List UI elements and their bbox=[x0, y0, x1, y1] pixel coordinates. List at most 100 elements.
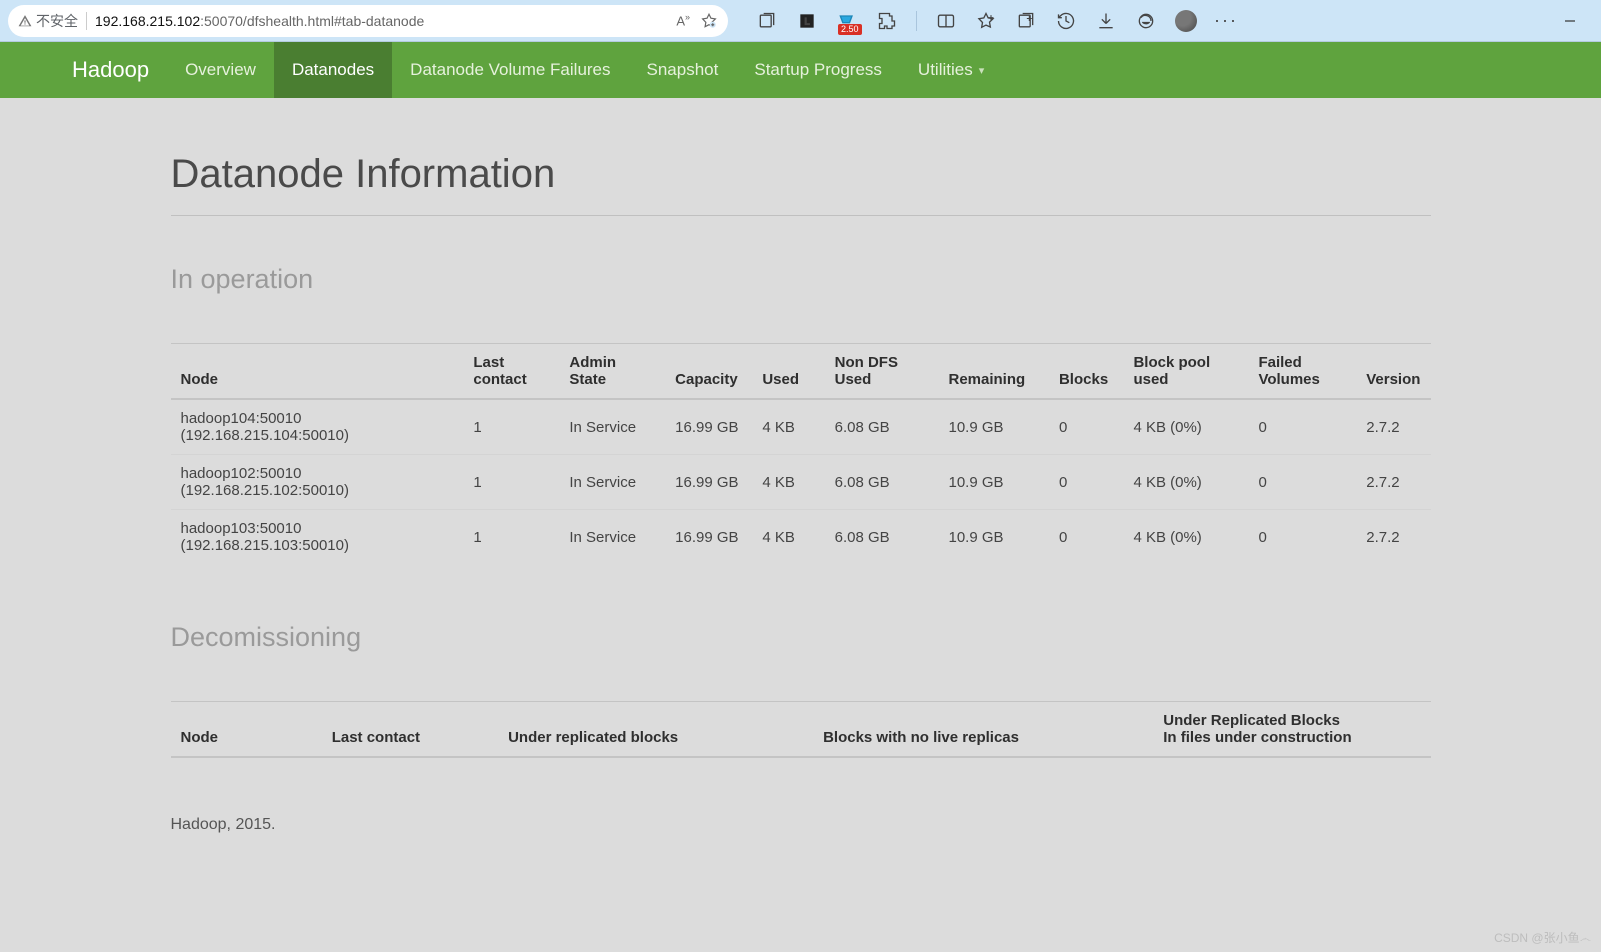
col-last-contact: Last contact bbox=[322, 702, 498, 758]
cell-failed_volumes: 0 bbox=[1248, 455, 1356, 510]
url-host: 192.168.215.102 bbox=[95, 13, 200, 29]
cell-admin_state: In Service bbox=[559, 399, 665, 455]
cell-node[interactable]: hadoop104:50010 (192.168.215.104:50010) bbox=[171, 399, 464, 455]
col-last-contact: Last contact bbox=[463, 344, 559, 400]
favorite-icon[interactable] bbox=[700, 12, 718, 30]
content-container: Datanode Information In operation NodeLa… bbox=[171, 152, 1431, 874]
cell-block_pool: 4 KB (0%) bbox=[1123, 399, 1248, 455]
cell-admin_state: In Service bbox=[559, 510, 665, 565]
table-row: hadoop104:50010 (192.168.215.104:50010)1… bbox=[171, 399, 1431, 455]
more-icon[interactable]: ··· bbox=[1215, 10, 1237, 32]
cell-admin_state: In Service bbox=[559, 455, 665, 510]
chevron-down-icon: ▾ bbox=[979, 64, 985, 77]
cell-capacity: 16.99 GB bbox=[665, 455, 752, 510]
cell-failed_volumes: 0 bbox=[1248, 399, 1356, 455]
nav-item-startup-progress[interactable]: Startup Progress bbox=[736, 42, 900, 98]
cell-blocks: 0 bbox=[1049, 399, 1123, 455]
navbar: Hadoop OverviewDatanodesDatanode Volume … bbox=[0, 42, 1601, 98]
section-decomissioning: Decomissioning bbox=[171, 622, 1431, 653]
col-remaining: Remaining bbox=[939, 344, 1049, 400]
cell-last_contact: 1 bbox=[463, 399, 559, 455]
cell-capacity: 16.99 GB bbox=[665, 510, 752, 565]
security-warning[interactable]: 不安全 bbox=[18, 11, 78, 31]
ie-mode-icon[interactable] bbox=[1135, 10, 1157, 32]
favorites-icon[interactable] bbox=[975, 10, 997, 32]
nav-item-datanode-volume-failures[interactable]: Datanode Volume Failures bbox=[392, 42, 628, 98]
cell-remaining: 10.9 GB bbox=[939, 399, 1049, 455]
cell-version: 2.7.2 bbox=[1356, 510, 1430, 565]
shopping-icon[interactable]: 2.50 bbox=[836, 10, 858, 32]
nav-item-overview[interactable]: Overview bbox=[167, 42, 274, 98]
table-row: hadoop102:50010 (192.168.215.102:50010)1… bbox=[171, 455, 1431, 510]
cell-blocks: 0 bbox=[1049, 455, 1123, 510]
nav-item-utilities[interactable]: Utilities▾ bbox=[900, 42, 1002, 98]
svg-text:L: L bbox=[804, 16, 809, 26]
nav-item-datanodes[interactable]: Datanodes bbox=[274, 42, 392, 98]
cell-capacity: 16.99 GB bbox=[665, 399, 752, 455]
col-non-dfs-used: Non DFS Used bbox=[825, 344, 939, 400]
url-rest: :50070/dfshealth.html#tab-datanode bbox=[200, 13, 424, 29]
footer-text: Hadoop, 2015. bbox=[171, 816, 1431, 834]
collections2-icon[interactable] bbox=[1015, 10, 1037, 32]
cell-version: 2.7.2 bbox=[1356, 455, 1430, 510]
cell-last_contact: 1 bbox=[463, 455, 559, 510]
toolbar-divider bbox=[916, 11, 917, 31]
col-block-pool-used: Block pool used bbox=[1123, 344, 1248, 400]
read-aloud-icon[interactable]: A» bbox=[676, 12, 690, 28]
browser-chrome: 不安全 192.168.215.102:50070/dfshealth.html… bbox=[0, 0, 1601, 42]
address-bar[interactable]: 不安全 192.168.215.102:50070/dfshealth.html… bbox=[8, 5, 728, 37]
url-text: 192.168.215.102:50070/dfshealth.html#tab… bbox=[95, 13, 668, 29]
cell-remaining: 10.9 GB bbox=[939, 455, 1049, 510]
split-screen-icon[interactable] bbox=[935, 10, 957, 32]
col-under-replicated-blocks: Under replicated blocks bbox=[498, 702, 813, 758]
cell-blocks: 0 bbox=[1049, 510, 1123, 565]
page-title: Datanode Information bbox=[171, 152, 1431, 197]
cell-non_dfs: 6.08 GB bbox=[825, 510, 939, 565]
profile-avatar[interactable] bbox=[1175, 10, 1197, 32]
window-controls bbox=[1547, 5, 1593, 37]
nav-item-snapshot[interactable]: Snapshot bbox=[629, 42, 737, 98]
table-row: hadoop103:50010 (192.168.215.103:50010)1… bbox=[171, 510, 1431, 565]
cell-used: 4 KB bbox=[752, 399, 824, 455]
decomissioning-table: NodeLast contactUnder replicated blocksB… bbox=[171, 701, 1431, 758]
cell-failed_volumes: 0 bbox=[1248, 510, 1356, 565]
col-under-replicated-blocks-in-files-under-construction: Under Replicated BlocksIn files under co… bbox=[1153, 702, 1430, 758]
cell-version: 2.7.2 bbox=[1356, 399, 1430, 455]
cell-non_dfs: 6.08 GB bbox=[825, 455, 939, 510]
cell-block_pool: 4 KB (0%) bbox=[1123, 455, 1248, 510]
col-node: Node bbox=[171, 344, 464, 400]
brand[interactable]: Hadoop bbox=[62, 42, 167, 98]
col-used: Used bbox=[752, 344, 824, 400]
watermark: CSDN @张小鱼෴ bbox=[1494, 929, 1591, 946]
cell-node[interactable]: hadoop103:50010 (192.168.215.103:50010) bbox=[171, 510, 464, 565]
cell-used: 4 KB bbox=[752, 455, 824, 510]
shopping-badge: 2.50 bbox=[838, 24, 862, 35]
divider bbox=[171, 215, 1431, 216]
col-failed-volumes: Failed Volumes bbox=[1248, 344, 1356, 400]
browser-toolbar: L 2.50 ··· bbox=[756, 10, 1237, 32]
col-admin-state: Admin State bbox=[559, 344, 665, 400]
section-in-operation: In operation bbox=[171, 264, 1431, 295]
col-blocks-with-no-live-replicas: Blocks with no live replicas bbox=[813, 702, 1153, 758]
cell-non_dfs: 6.08 GB bbox=[825, 399, 939, 455]
minimize-button[interactable] bbox=[1547, 5, 1593, 37]
in-operation-table: NodeLast contactAdmin StateCapacityUsedN… bbox=[171, 343, 1431, 564]
cell-remaining: 10.9 GB bbox=[939, 510, 1049, 565]
app-square-icon[interactable]: L bbox=[796, 10, 818, 32]
col-capacity: Capacity bbox=[665, 344, 752, 400]
extensions-icon[interactable] bbox=[876, 10, 898, 32]
collections-icon[interactable] bbox=[756, 10, 778, 32]
cell-used: 4 KB bbox=[752, 510, 824, 565]
separator bbox=[86, 12, 87, 30]
cell-last_contact: 1 bbox=[463, 510, 559, 565]
page-body: Hadoop OverviewDatanodesDatanode Volume … bbox=[0, 42, 1601, 952]
history-icon[interactable] bbox=[1055, 10, 1077, 32]
col-node: Node bbox=[171, 702, 322, 758]
downloads-icon[interactable] bbox=[1095, 10, 1117, 32]
cell-node[interactable]: hadoop102:50010 (192.168.215.102:50010) bbox=[171, 455, 464, 510]
col-version: Version bbox=[1356, 344, 1430, 400]
security-label: 不安全 bbox=[36, 11, 78, 31]
warning-icon bbox=[18, 14, 32, 28]
cell-block_pool: 4 KB (0%) bbox=[1123, 510, 1248, 565]
col-blocks: Blocks bbox=[1049, 344, 1123, 400]
